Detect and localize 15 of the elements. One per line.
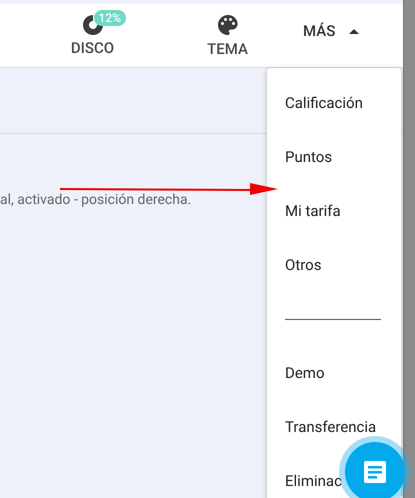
notes-icon (364, 461, 386, 483)
header-tab[interactable]: 12% DISCO (25, 12, 160, 60)
menu-item[interactable]: Demo (267, 346, 325, 400)
menu-item[interactable]: Eliminac (267, 454, 342, 498)
caret-up-icon (349, 29, 360, 34)
menu-item[interactable]: Calificación (267, 76, 363, 130)
header-tab[interactable]: TEMA (160, 10, 295, 60)
menu-item[interactable]: Transferencia (267, 400, 376, 454)
menu-item[interactable]: Puntos (267, 130, 332, 184)
palette-icon (216, 12, 240, 37)
usage-badge: 12% (94, 10, 126, 26)
description-text: al, activado - posición derecha. (0, 192, 192, 208)
more-tab[interactable]: MÁS (303, 20, 360, 43)
menu-item[interactable]: Otros (267, 238, 322, 292)
menu-item[interactable]: Mi tarifa (267, 184, 341, 238)
